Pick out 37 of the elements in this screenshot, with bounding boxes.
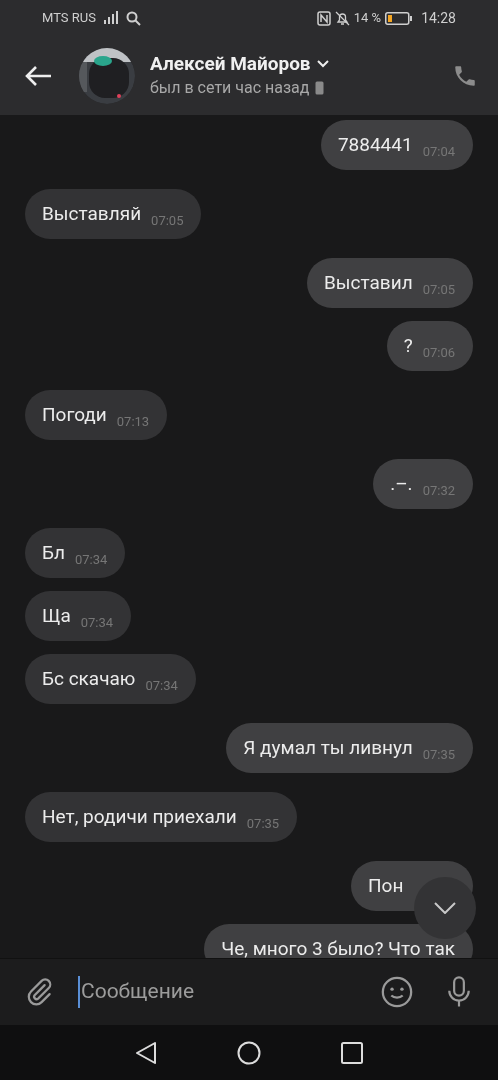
muted-bell-icon [334, 10, 350, 26]
message-time: 07:34 [145, 677, 178, 696]
contact-name[interactable]: Алексей Майоров [150, 51, 311, 76]
message-time: 07:34 [74, 551, 108, 570]
emoji-icon[interactable] [380, 975, 414, 1009]
message-text: Бс скачаю [42, 665, 136, 692]
chevron-down-icon [434, 902, 456, 914]
nfc-icon [316, 10, 331, 26]
recents-nav-icon[interactable] [341, 1041, 363, 1064]
message-input-field[interactable]: Сообщение [78, 976, 380, 1008]
message-text: .–. [390, 470, 413, 497]
message-time: 07:35 [246, 815, 280, 834]
message-text: Бл [42, 539, 65, 566]
message-text: Че, много 3 было? Что так [221, 935, 455, 958]
clock-time: 14:28 [421, 8, 456, 28]
message-text: Пон [368, 872, 404, 899]
phone-device-icon [315, 80, 325, 95]
battery-percent: 14 % [353, 9, 382, 28]
message-text: Нет, родичи приехали [42, 803, 237, 830]
home-nav-icon[interactable] [237, 1040, 261, 1065]
message-text: Ща [42, 602, 71, 629]
battery-icon [385, 11, 414, 25]
message-time: 07:13 [116, 413, 150, 432]
message-text: Погоди [42, 401, 107, 428]
message-time: 07:05 [151, 212, 184, 231]
message-time: 07:34 [80, 614, 114, 633]
message-text: ? [403, 332, 413, 359]
carrier-name: MTS RUS [42, 9, 96, 28]
back-nav-icon[interactable] [135, 1040, 157, 1065]
message-text: 7884441 [337, 131, 413, 158]
last-seen-status: был в сети час назад [150, 76, 310, 99]
message-text: Выставил [323, 269, 413, 296]
message-text: Выставляй [42, 200, 142, 227]
back-arrow-icon[interactable] [24, 64, 52, 87]
chevron-down-icon[interactable] [316, 59, 329, 68]
message-text: Я думал ты ливнул [243, 734, 413, 761]
search-icon [125, 10, 141, 26]
